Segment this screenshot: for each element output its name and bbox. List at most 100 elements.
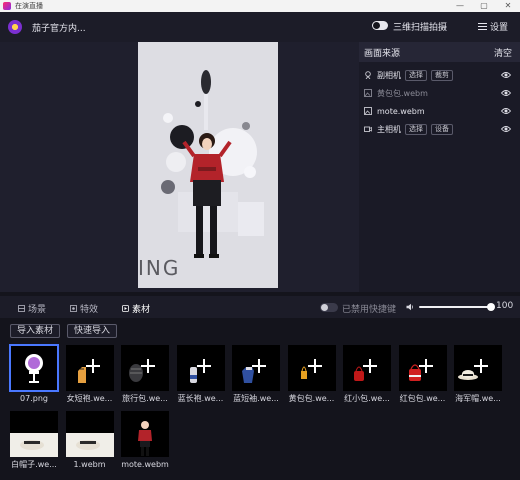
source-name: 主相机 xyxy=(377,124,401,134)
app-logo-icon xyxy=(3,2,11,10)
tab-scene[interactable]: 场景 xyxy=(18,302,46,315)
material-icon xyxy=(122,305,129,312)
preview-scene xyxy=(138,42,278,288)
eye-icon[interactable] xyxy=(501,71,511,79)
app-header: 茄子官方内... 三维扫描拍摄 设置 xyxy=(0,12,520,42)
clear-sources-button[interactable]: 清空 xyxy=(494,46,512,59)
window-titlebar: 在演直播 — ▢ ✕ xyxy=(0,0,520,12)
hotkey-toggle[interactable] xyxy=(320,303,338,312)
tab-label: 场景 xyxy=(28,305,47,315)
import-material-button[interactable]: 导入素材 xyxy=(10,324,61,338)
image-icon xyxy=(364,107,372,115)
material-item[interactable]: 白帽子.we... xyxy=(10,411,58,470)
material-item[interactable]: 蓝长袍.we... xyxy=(176,345,225,404)
material-item[interactable]: 蓝短袖.we... xyxy=(232,345,280,404)
material-item[interactable]: 红小包.we... xyxy=(343,345,391,404)
material-item[interactable]: 07.png xyxy=(9,344,59,404)
source-select-button[interactable]: 选择 xyxy=(405,123,427,135)
material-thumbnail[interactable] xyxy=(454,345,502,391)
sources-panel: 画面来源 清空 副相机 选择 裁剪 黄包包.webm mote.webm 主相机… xyxy=(359,42,520,292)
material-item[interactable]: 黄包包.we... xyxy=(287,345,336,404)
add-icon[interactable] xyxy=(307,359,322,373)
material-label: 旅行包.we... xyxy=(122,394,168,403)
stage-area: ING xyxy=(0,42,359,292)
live-preview[interactable]: ING xyxy=(138,42,278,288)
material-thumbnail[interactable] xyxy=(10,411,58,457)
material-thumbnail[interactable] xyxy=(232,345,280,391)
source-name: mote.webm xyxy=(377,106,425,116)
eye-icon[interactable] xyxy=(501,89,511,97)
scan-mode-toggle[interactable] xyxy=(372,21,388,30)
material-thumbnail[interactable] xyxy=(65,345,114,391)
scan-mode-label: 三维扫描拍摄 xyxy=(393,23,448,33)
white-hat-thumbnail-art xyxy=(10,433,58,457)
material-label: 1.webm xyxy=(73,460,106,469)
hotkey-label: 已禁用快捷键 xyxy=(342,305,397,315)
add-icon[interactable] xyxy=(85,359,100,373)
camera-icon xyxy=(365,71,371,79)
eye-icon[interactable] xyxy=(501,107,511,115)
material-thumbnail[interactable] xyxy=(121,345,169,391)
sources-title: 画面来源 xyxy=(364,48,401,59)
source-item-main-camera[interactable]: 主相机 选择 设备 xyxy=(359,121,520,137)
material-label: 蓝长袍.we... xyxy=(177,394,224,403)
menu-icon xyxy=(478,22,487,31)
channel-name[interactable]: 茄子官方内... xyxy=(32,21,86,34)
volume-icon[interactable] xyxy=(406,303,414,311)
volume-slider[interactable] xyxy=(419,303,495,311)
add-icon[interactable] xyxy=(363,359,377,373)
settings-button[interactable]: 设置 xyxy=(478,20,508,33)
volume-value: 100 xyxy=(496,301,514,311)
eye-icon[interactable] xyxy=(501,125,511,133)
model-thumbnail-art xyxy=(138,421,152,456)
material-label: 蓝短袖.we... xyxy=(233,394,279,403)
material-thumbnail[interactable] xyxy=(176,345,225,391)
material-thumbnail[interactable] xyxy=(287,345,336,391)
source-device-button[interactable]: 设备 xyxy=(431,123,453,135)
scene-icon xyxy=(18,305,25,312)
image-icon xyxy=(364,89,372,97)
tab-materials[interactable]: 素材 xyxy=(122,302,150,315)
material-item[interactable]: 红包包.we... xyxy=(398,345,447,404)
add-icon[interactable] xyxy=(252,359,266,373)
material-item[interactable]: 旅行包.we... xyxy=(121,345,169,404)
effect-icon xyxy=(70,305,77,312)
tab-effects[interactable]: 特效 xyxy=(70,302,98,315)
maximize-icon[interactable]: ▢ xyxy=(472,0,496,12)
source-name: 黄包包.webm xyxy=(377,88,428,98)
settings-label: 设置 xyxy=(490,23,509,33)
source-item-sub-camera[interactable]: 副相机 选择 裁剪 xyxy=(359,67,520,83)
material-item[interactable]: mote.webm xyxy=(121,411,169,470)
material-thumbnail[interactable] xyxy=(9,344,59,392)
quick-import-button[interactable]: 快速导入 xyxy=(67,324,118,338)
material-item[interactable]: 女短袍.we... xyxy=(65,345,114,404)
material-label: 黄包包.we... xyxy=(288,394,335,403)
tab-label: 特效 xyxy=(80,305,99,315)
material-thumbnail[interactable] xyxy=(121,411,169,457)
minimize-icon[interactable]: — xyxy=(448,0,472,12)
material-label: 海军帽.we... xyxy=(455,394,501,403)
source-item-mote[interactable]: mote.webm xyxy=(359,103,520,119)
material-thumbnail[interactable] xyxy=(398,345,447,391)
material-label: 红包包.we... xyxy=(399,394,446,403)
source-crop-button[interactable]: 裁剪 xyxy=(431,69,453,81)
material-item[interactable]: 1.webm xyxy=(65,411,114,470)
volume-slider-handle[interactable] xyxy=(487,303,495,311)
source-item-yellow-bag[interactable]: 黄包包.webm xyxy=(359,85,520,101)
material-item[interactable]: 海军帽.we... xyxy=(454,345,502,404)
library-tabs: 场景 特效 素材 已禁用快捷键 100 xyxy=(0,296,520,318)
material-thumbnail[interactable] xyxy=(343,345,391,391)
close-icon[interactable]: ✕ xyxy=(496,0,520,12)
channel-avatar[interactable] xyxy=(8,20,22,34)
window-title: 在演直播 xyxy=(15,2,43,10)
source-select-button[interactable]: 选择 xyxy=(405,69,427,81)
material-label: 女短袍.we... xyxy=(66,394,113,403)
video-camera-icon xyxy=(364,126,372,132)
add-icon[interactable] xyxy=(196,359,211,373)
white-hat-thumbnail-art xyxy=(65,433,114,457)
add-icon[interactable] xyxy=(418,359,433,373)
add-icon[interactable] xyxy=(141,359,155,373)
preview-overlay-text: ING xyxy=(138,256,181,280)
add-icon[interactable] xyxy=(474,359,488,373)
material-thumbnail[interactable] xyxy=(65,411,114,457)
